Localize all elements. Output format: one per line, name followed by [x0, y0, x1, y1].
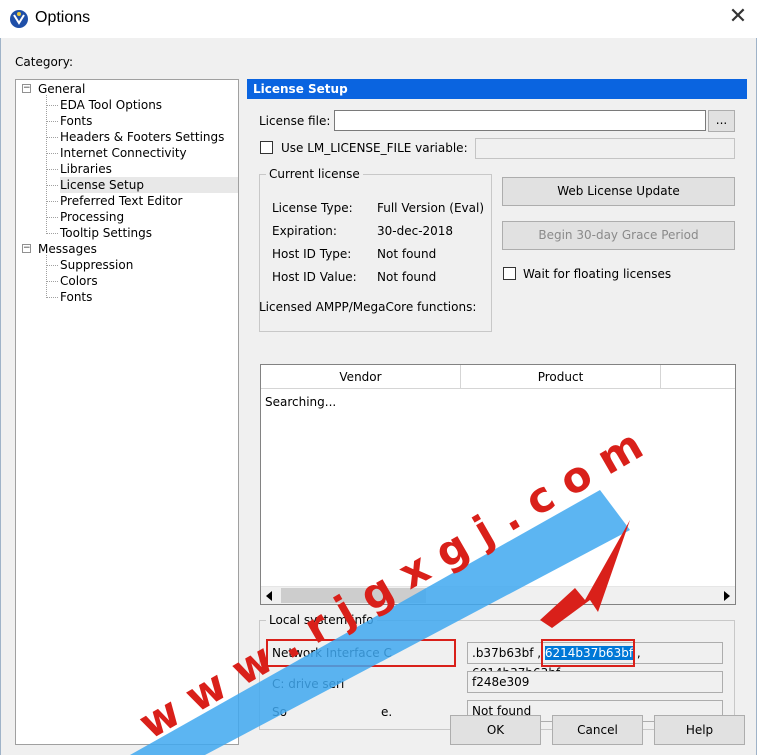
browse-button[interactable]: ... [708, 110, 735, 132]
tree-item-colors[interactable]: Colors [60, 273, 98, 289]
tree-item-suppression[interactable]: Suppression [60, 257, 133, 273]
host-id-type-label: Host ID Type: [272, 247, 352, 261]
license-setup-panel: License Setup License file: ... Use LM_L… [247, 79, 747, 730]
scroll-left-icon[interactable] [265, 591, 273, 601]
column-product[interactable]: Product [461, 365, 661, 389]
ok-button[interactable]: OK [450, 715, 541, 745]
software-guard-suffix: e. [381, 705, 393, 719]
tree-line [46, 105, 58, 106]
current-license-title: Current license [266, 167, 363, 181]
close-icon[interactable]: ✕ [725, 5, 751, 31]
tree-item-message-fonts[interactable]: Fonts [60, 289, 92, 305]
column-extra[interactable] [661, 365, 735, 389]
license-type-value: Full Version (Eval) [377, 201, 485, 215]
tree-line [46, 169, 58, 170]
license-type-label: License Type: [272, 201, 353, 215]
horizontal-scrollbar[interactable] [261, 586, 735, 604]
window-title: Options [35, 9, 91, 26]
expiration-value: 30-dec-2018 [377, 224, 454, 238]
grace-period-button: Begin 30-day Grace Period [502, 221, 735, 250]
expiration-label: Expiration: [272, 224, 337, 238]
nic-value-1: .b37b63bf , [472, 646, 542, 660]
collapse-icon[interactable]: − [22, 244, 31, 253]
tree-item-libraries[interactable]: Libraries [60, 161, 112, 177]
local-info-title: Local system info [266, 613, 377, 627]
collapse-icon[interactable]: − [22, 84, 31, 93]
tree-item-internet-connectivity[interactable]: Internet Connectivity [60, 145, 187, 161]
tree-line [46, 265, 58, 266]
tree-line [46, 201, 58, 202]
tree-line [46, 153, 58, 154]
licensed-functions-list[interactable]: Vendor Product Searching... [260, 364, 736, 605]
tree-line [46, 121, 58, 122]
tree-line [46, 297, 58, 298]
tree-line [46, 281, 58, 282]
local-system-info-group: Local system info Network Interface C .b… [259, 613, 735, 730]
wait-floating-checkbox[interactable] [503, 267, 516, 280]
tree-item-license-setup[interactable]: License Setup [60, 177, 238, 193]
drive-serial-field[interactable]: f248e309 [467, 671, 723, 693]
host-id-value-value: Not found [377, 270, 437, 284]
scroll-right-icon[interactable] [723, 591, 731, 601]
nic-label: Network Interface C [272, 646, 392, 660]
web-license-update-button[interactable]: Web License Update [502, 177, 735, 206]
tree-item-preferred-text-editor[interactable]: Preferred Text Editor [60, 193, 183, 209]
cancel-button[interactable]: Cancel [552, 715, 643, 745]
list-status-text: Searching... [265, 395, 337, 409]
license-file-label: License file: [259, 114, 331, 128]
tree-line [46, 233, 58, 234]
software-guard-label: So [272, 705, 287, 719]
scroll-thumb[interactable] [281, 588, 426, 603]
nic-value-highlight [541, 639, 635, 667]
title-bar: Options ✕ [0, 0, 757, 38]
tree-line [46, 217, 58, 218]
use-env-checkbox[interactable] [260, 141, 273, 154]
tree-line [46, 185, 58, 186]
help-button[interactable]: Help [654, 715, 745, 745]
tree-item-headers-footers[interactable]: Headers & Footers Settings [60, 129, 224, 145]
env-variable-field [475, 138, 735, 159]
tree-item-tooltip-settings[interactable]: Tooltip Settings [60, 225, 152, 241]
use-env-label: Use LM_LICENSE_FILE variable: [281, 141, 468, 155]
category-label: Category: [15, 55, 73, 69]
tree-item-eda-tool-options[interactable]: EDA Tool Options [60, 97, 162, 113]
dialog-body: Category: − General EDA Tool Options Fon… [0, 38, 757, 755]
app-logo-icon [10, 10, 28, 28]
tree-item-processing[interactable]: Processing [60, 209, 124, 225]
column-vendor[interactable]: Vendor [261, 365, 461, 389]
licensed-functions-label: Licensed AMPP/MegaCore functions: [259, 300, 477, 314]
tree-line [46, 95, 47, 232]
tree-line [46, 255, 47, 296]
wait-floating-label: Wait for floating licenses [523, 267, 672, 281]
license-file-input[interactable] [334, 110, 706, 131]
panel-title: License Setup [247, 79, 747, 99]
host-id-value-label: Host ID Value: [272, 270, 357, 284]
drive-serial-label: C: drive seri [272, 677, 345, 691]
host-id-type-value: Not found [377, 247, 437, 261]
tree-item-fonts[interactable]: Fonts [60, 113, 92, 129]
category-tree[interactable]: − General EDA Tool Options Fonts Headers… [15, 79, 239, 745]
tree-line [46, 137, 58, 138]
